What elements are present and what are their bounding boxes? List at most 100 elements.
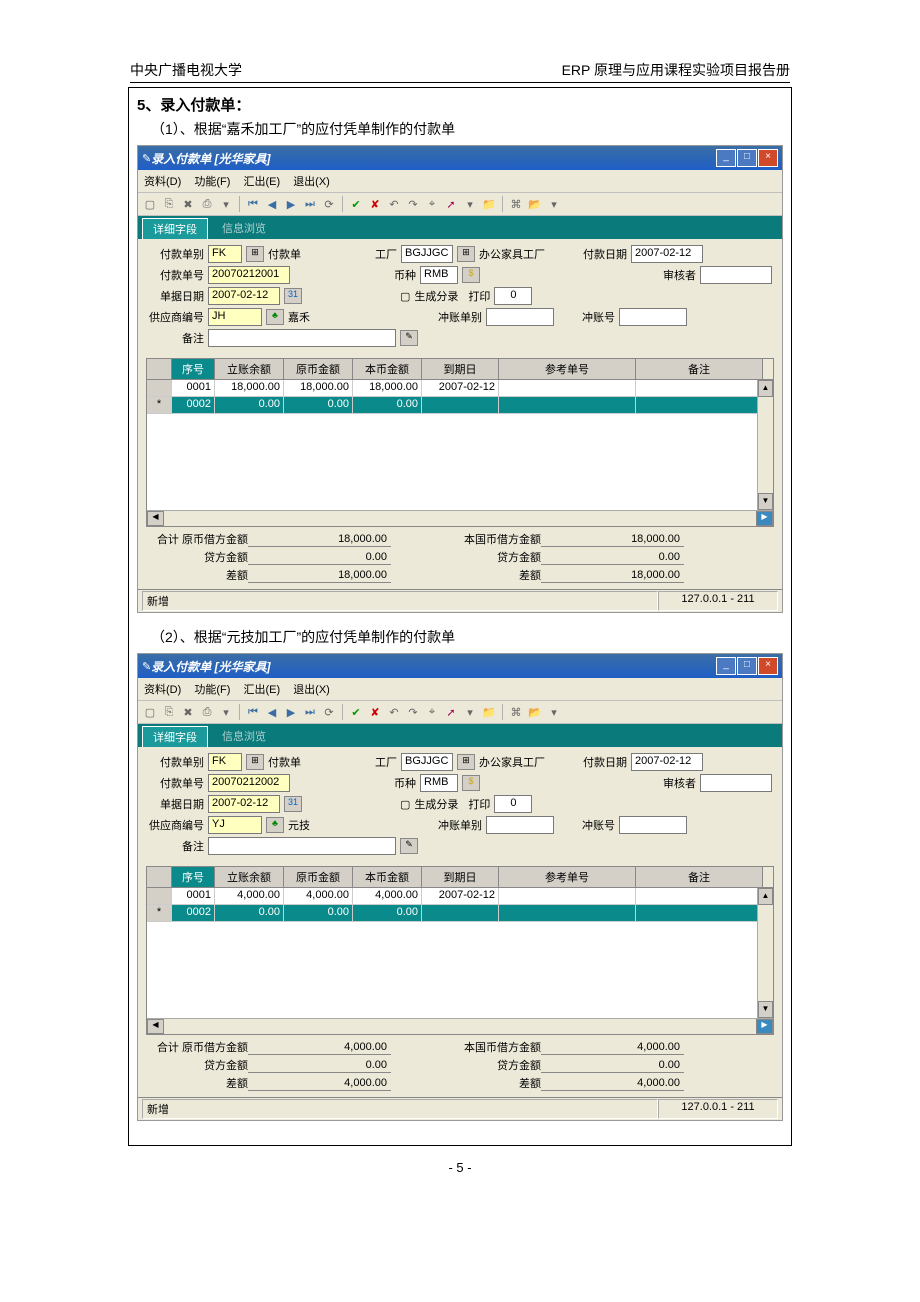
col-note[interactable]: 备注 xyxy=(636,359,763,379)
last-icon[interactable]: ⏭ xyxy=(302,704,318,720)
menu-exit[interactable]: 退出(X) xyxy=(293,684,330,696)
print-icon[interactable]: ⎙ xyxy=(199,196,215,212)
send-icon[interactable]: ➚ xyxy=(443,196,459,212)
col-orig[interactable]: 原币金额 xyxy=(284,359,353,379)
field-paydate[interactable]: 2007-02-12 xyxy=(631,245,703,263)
dropdown2-icon[interactable]: ▾ xyxy=(462,196,478,212)
print-icon[interactable]: ⎙ xyxy=(199,704,215,720)
menu-export[interactable]: 汇出(E) xyxy=(243,684,280,696)
lookup-supplier-icon[interactable]: ♣ xyxy=(266,309,284,325)
dropdown-icon[interactable]: ▾ xyxy=(218,704,234,720)
menu-data[interactable]: 资料(D) xyxy=(144,176,181,188)
col-marker[interactable] xyxy=(147,867,172,887)
horizontal-scrollbar[interactable]: ◀▶ xyxy=(147,510,773,526)
field-no[interactable]: 20070212002 xyxy=(208,774,290,792)
filter-icon[interactable]: ⌖ xyxy=(424,704,440,720)
vertical-scrollbar[interactable]: ▲▼ xyxy=(757,380,773,510)
undo-icon[interactable]: ↶ xyxy=(386,196,402,212)
field-offsetno[interactable] xyxy=(619,816,687,834)
dropdown-icon[interactable]: ▾ xyxy=(218,196,234,212)
open-icon[interactable]: 📂 xyxy=(527,196,543,212)
col-bal[interactable]: 立账余额 xyxy=(215,867,284,887)
maximize-button[interactable]: □ xyxy=(737,149,757,167)
scroll-up-icon[interactable]: ▲ xyxy=(758,888,773,905)
menu-exit[interactable]: 退出(X) xyxy=(293,176,330,188)
titlebar[interactable]: ✎ 录入付款单 [光华家具] _ □ × xyxy=(138,654,782,678)
tab-info[interactable]: 信息浏览 xyxy=(212,726,276,747)
filter-icon[interactable]: ⌖ xyxy=(424,196,440,212)
vertical-scrollbar[interactable]: ▲▼ xyxy=(757,888,773,1018)
menu-function[interactable]: 功能(F) xyxy=(194,684,230,696)
next-icon[interactable]: ▶ xyxy=(283,704,299,720)
remark-edit-icon[interactable]: ✎ xyxy=(400,330,418,346)
field-factory[interactable]: BGJJGC xyxy=(401,245,453,263)
cancel-icon[interactable]: ✘ xyxy=(367,196,383,212)
field-no[interactable]: 20070212001 xyxy=(208,266,290,284)
col-note[interactable]: 备注 xyxy=(636,867,763,887)
col-base[interactable]: 本币金额 xyxy=(353,359,422,379)
calendar-icon[interactable]: 31 xyxy=(284,796,302,812)
lookup-factory-icon[interactable]: ⊞ xyxy=(457,246,475,262)
col-due[interactable]: 到期日 xyxy=(422,359,499,379)
col-due[interactable]: 到期日 xyxy=(422,867,499,887)
lookup-type-icon[interactable]: ⊞ xyxy=(246,246,264,262)
field-type[interactable]: FK xyxy=(208,753,242,771)
scroll-left-icon[interactable]: ◀ xyxy=(147,511,164,526)
minimize-button[interactable]: _ xyxy=(716,149,736,167)
titlebar[interactable]: ✎ 录入付款单 [光华家具] _ □ × xyxy=(138,146,782,170)
field-offsetno[interactable] xyxy=(619,308,687,326)
confirm-icon[interactable]: ✔ xyxy=(348,196,364,212)
field-remark[interactable] xyxy=(208,329,396,347)
dropdown3-icon[interactable]: ▾ xyxy=(546,704,562,720)
send-icon[interactable]: ➚ xyxy=(443,704,459,720)
calc-icon[interactable]: ⌘ xyxy=(508,196,524,212)
col-orig[interactable]: 原币金额 xyxy=(284,867,353,887)
tab-detail[interactable]: 详细字段 xyxy=(142,218,208,239)
first-icon[interactable]: ⏮ xyxy=(245,196,261,212)
menu-data[interactable]: 资料(D) xyxy=(144,684,181,696)
col-seq[interactable]: 序号 xyxy=(172,359,215,379)
field-paydate[interactable]: 2007-02-12 xyxy=(631,753,703,771)
lookup-factory-icon[interactable]: ⊞ xyxy=(457,754,475,770)
remark-edit-icon[interactable]: ✎ xyxy=(400,838,418,854)
horizontal-scrollbar[interactable]: ◀▶ xyxy=(147,1018,773,1034)
field-docdate[interactable]: 2007-02-12 xyxy=(208,287,280,305)
field-offsettype[interactable] xyxy=(486,308,554,326)
field-currency[interactable]: RMB xyxy=(420,266,458,284)
grid-body[interactable]: 0001 4,000.00 4,000.00 4,000.00 2007-02-… xyxy=(147,888,773,1018)
scroll-right-icon[interactable]: ▶ xyxy=(756,511,773,526)
maximize-button[interactable]: □ xyxy=(737,657,757,675)
checkbox-gen[interactable]: ▢ xyxy=(400,290,410,303)
folder-icon[interactable]: 📁 xyxy=(481,196,497,212)
copy-icon[interactable]: ⎘ xyxy=(161,196,177,212)
undo-icon[interactable]: ↶ xyxy=(386,704,402,720)
open-icon[interactable]: 📂 xyxy=(527,704,543,720)
field-offsettype[interactable] xyxy=(486,816,554,834)
close-button[interactable]: × xyxy=(758,657,778,675)
next-icon[interactable]: ▶ xyxy=(283,196,299,212)
field-supplier[interactable]: YJ xyxy=(208,816,262,834)
currency-icon[interactable]: $ xyxy=(462,775,480,791)
calc-icon[interactable]: ⌘ xyxy=(508,704,524,720)
menu-function[interactable]: 功能(F) xyxy=(194,176,230,188)
first-icon[interactable]: ⏮ xyxy=(245,704,261,720)
confirm-icon[interactable]: ✔ xyxy=(348,704,364,720)
tab-detail[interactable]: 详细字段 xyxy=(142,726,208,747)
field-supplier[interactable]: JH xyxy=(208,308,262,326)
table-row[interactable]: 0001 18,000.00 18,000.00 18,000.00 2007-… xyxy=(147,380,773,397)
dropdown3-icon[interactable]: ▾ xyxy=(546,196,562,212)
field-type[interactable]: FK xyxy=(208,245,242,263)
grid-body[interactable]: 0001 18,000.00 18,000.00 18,000.00 2007-… xyxy=(147,380,773,510)
col-seq[interactable]: 序号 xyxy=(172,867,215,887)
dropdown2-icon[interactable]: ▾ xyxy=(462,704,478,720)
menu-export[interactable]: 汇出(E) xyxy=(243,176,280,188)
lookup-supplier-icon[interactable]: ♣ xyxy=(266,817,284,833)
table-row[interactable]: * 0002 0.00 0.00 0.00 xyxy=(147,905,773,922)
col-marker[interactable] xyxy=(147,359,172,379)
table-row[interactable]: 0001 4,000.00 4,000.00 4,000.00 2007-02-… xyxy=(147,888,773,905)
scroll-up-icon[interactable]: ▲ xyxy=(758,380,773,397)
redo-icon[interactable]: ↷ xyxy=(405,196,421,212)
delete-icon[interactable]: ✖ xyxy=(180,196,196,212)
scroll-down-icon[interactable]: ▼ xyxy=(758,1001,773,1018)
col-ref[interactable]: 参考单号 xyxy=(499,867,636,887)
